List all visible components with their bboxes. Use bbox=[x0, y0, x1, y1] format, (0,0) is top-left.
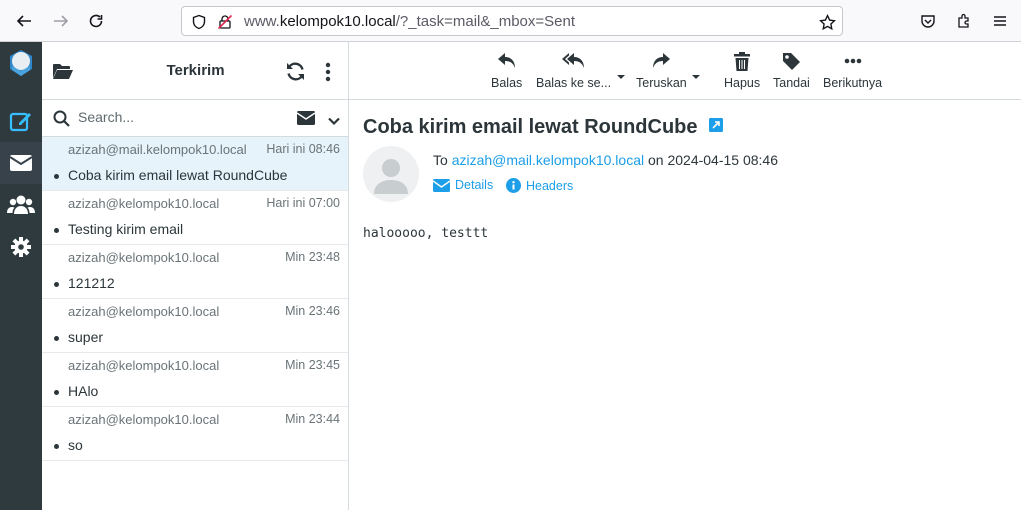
mark-label: Tandai bbox=[773, 76, 810, 90]
refresh-icon[interactable] bbox=[285, 61, 306, 87]
message-subject: Coba kirim email lewat RoundCube bbox=[68, 167, 288, 183]
message-date: Min 23:48 bbox=[285, 250, 340, 264]
url-path: /?_task=mail&_mbox=Sent bbox=[395, 13, 576, 30]
trash-icon bbox=[734, 50, 751, 72]
forward-label: Teruskan bbox=[636, 76, 687, 90]
ellipsis-icon bbox=[844, 50, 862, 72]
subject-text: Coba kirim email lewat RoundCube bbox=[363, 116, 698, 138]
message-dot bbox=[54, 174, 59, 179]
url-domain: kelompok10.local bbox=[279, 13, 396, 30]
forward-message-button[interactable]: Teruskan bbox=[636, 50, 687, 94]
search-icon bbox=[53, 110, 70, 132]
to-label: To bbox=[433, 152, 448, 168]
details-link[interactable]: Details bbox=[433, 178, 493, 192]
message-row[interactable]: azizah@kelompok10.local Min 23:48 121212 bbox=[42, 245, 348, 299]
reply-label: Balas bbox=[491, 76, 523, 90]
message-from: azizah@kelompok10.local bbox=[68, 196, 220, 211]
message-row[interactable]: azizah@kelompok10.local Min 23:45 HAlo bbox=[42, 353, 348, 407]
mark-button[interactable]: Tandai bbox=[773, 50, 810, 94]
message-list-pane: Terkirim Search... azizah@mail.kelompok1… bbox=[42, 42, 349, 510]
message-date: Hari ini 07:00 bbox=[266, 196, 340, 210]
contacts-icon[interactable] bbox=[0, 184, 42, 226]
extensions-icon[interactable] bbox=[952, 9, 976, 33]
mail-icon[interactable] bbox=[0, 142, 42, 184]
message-subject: HAlo bbox=[68, 383, 99, 399]
message-date: Min 23:44 bbox=[285, 412, 340, 426]
tag-icon bbox=[782, 50, 801, 72]
message-row[interactable]: azizah@mail.kelompok10.local Hari ini 08… bbox=[42, 137, 348, 191]
message-from: azizah@kelompok10.local bbox=[68, 412, 220, 427]
reply-button[interactable]: Balas bbox=[491, 50, 522, 94]
delete-button[interactable]: Hapus bbox=[724, 50, 760, 94]
forward-icon bbox=[651, 50, 671, 72]
reload-button[interactable] bbox=[84, 9, 108, 33]
message-date: Min 23:46 bbox=[285, 304, 340, 318]
message-from: azizah@kelompok10.local bbox=[68, 250, 220, 265]
browser-toolbar: www.kelompok10.local/?_task=mail&_mbox=S… bbox=[0, 0, 1021, 42]
reply-all-dropdown-icon[interactable] bbox=[616, 68, 626, 79]
message-dot bbox=[54, 390, 59, 395]
info-icon bbox=[506, 178, 521, 193]
insecure-lock-icon[interactable] bbox=[216, 13, 234, 31]
message-subject: super bbox=[68, 329, 104, 345]
reply-all-label: Balas ke se... bbox=[536, 76, 612, 90]
details-label: Details bbox=[455, 178, 494, 192]
message-row[interactable]: azizah@kelompok10.local Min 23:46 super bbox=[42, 299, 348, 353]
task-menu bbox=[0, 42, 42, 510]
message-toolbar: Balas Balas ke se... Teruskan Hapus Tand… bbox=[349, 42, 1021, 100]
shield-icon[interactable] bbox=[190, 13, 208, 31]
message-recipient-line: To azizah@mail.kelompok10.local on 2024-… bbox=[433, 152, 778, 168]
message-row[interactable]: azizah@kelompok10.local Min 23:44 so bbox=[42, 407, 348, 461]
message-subject: so bbox=[68, 437, 83, 453]
message-body: halooooo, testtt bbox=[363, 226, 489, 241]
message-row[interactable]: azizah@kelompok10.local Hari ini 07:00 T… bbox=[42, 191, 348, 245]
message-subject: Testing kirim email bbox=[68, 221, 184, 237]
url-text: www.kelompok10.local/?_task=mail&_mbox=S… bbox=[244, 13, 575, 30]
compose-icon[interactable] bbox=[0, 100, 42, 142]
list-options-icon[interactable] bbox=[325, 62, 331, 87]
headers-link[interactable]: Headers bbox=[506, 178, 573, 193]
reply-all-icon bbox=[561, 50, 586, 72]
envelope-icon bbox=[433, 178, 450, 192]
message-subject: 121212 bbox=[68, 275, 115, 291]
reply-all-button[interactable]: Balas ke se... bbox=[536, 50, 611, 94]
bookmark-star-icon[interactable] bbox=[818, 13, 836, 31]
forward-button[interactable] bbox=[49, 9, 73, 33]
delete-label: Hapus bbox=[724, 76, 761, 90]
message-date: Hari ini 08:46 bbox=[266, 142, 340, 156]
message-from: azizah@kelompok10.local bbox=[68, 358, 220, 373]
message-dot bbox=[54, 336, 59, 341]
on-label: on bbox=[648, 152, 664, 168]
search-input[interactable]: Search... bbox=[78, 109, 134, 125]
back-button[interactable] bbox=[12, 9, 36, 33]
open-external-icon[interactable] bbox=[709, 115, 724, 138]
more-label: Berikutnya bbox=[823, 76, 883, 90]
address-bar[interactable]: www.kelompok10.local/?_task=mail&_mbox=S… bbox=[181, 6, 843, 36]
envelope-filter-icon[interactable] bbox=[296, 111, 316, 130]
sender-avatar bbox=[363, 146, 419, 202]
menu-icon[interactable] bbox=[988, 9, 1012, 33]
message-subject-heading: Coba kirim email lewat RoundCube bbox=[363, 115, 724, 139]
pocket-icon[interactable] bbox=[916, 9, 940, 33]
message-dot bbox=[54, 282, 59, 287]
list-header: Terkirim bbox=[42, 42, 349, 100]
headers-label: Headers bbox=[526, 178, 574, 193]
settings-gear-icon[interactable] bbox=[0, 226, 42, 268]
message-date: Min 23:45 bbox=[285, 358, 340, 372]
message-dot bbox=[54, 444, 59, 449]
message-dot bbox=[54, 228, 59, 233]
message-from: azizah@kelompok10.local bbox=[68, 304, 220, 319]
search-bar[interactable]: Search... bbox=[42, 100, 349, 137]
forward-dropdown-icon[interactable] bbox=[691, 68, 701, 79]
url-prefix: www. bbox=[244, 13, 280, 30]
message-from: azizah@mail.kelompok10.local bbox=[68, 142, 247, 157]
search-options-chevron-icon[interactable] bbox=[328, 113, 340, 131]
reply-icon bbox=[497, 50, 517, 72]
more-button[interactable]: Berikutnya bbox=[823, 50, 882, 94]
roundcube-logo-icon[interactable] bbox=[0, 42, 42, 84]
message-date-value: 2024-04-15 08:46 bbox=[667, 152, 779, 168]
recipient-link[interactable]: azizah@mail.kelompok10.local bbox=[452, 152, 644, 168]
message-content-pane: Balas Balas ke se... Teruskan Hapus Tand… bbox=[349, 42, 1021, 510]
